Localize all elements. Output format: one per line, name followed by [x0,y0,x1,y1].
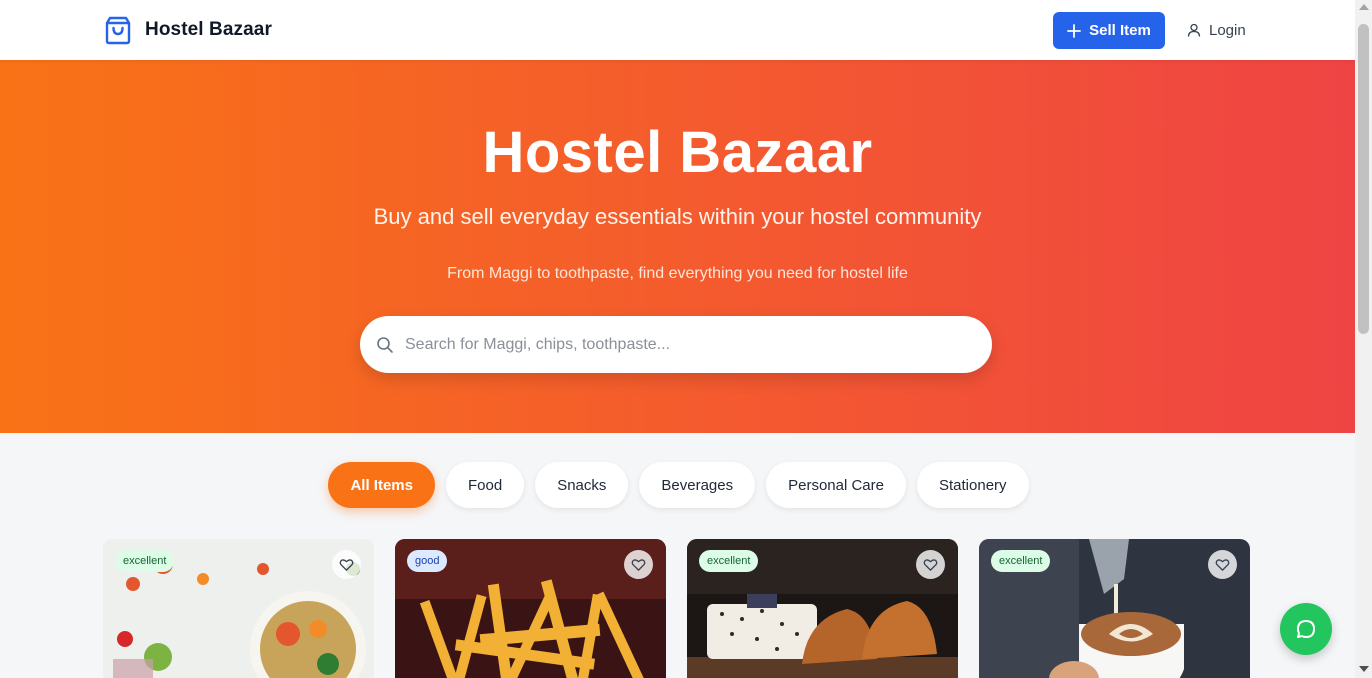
category-food[interactable]: Food [445,462,525,508]
favorite-button[interactable] [624,550,653,579]
condition-badge: good [407,550,448,572]
product-card[interactable]: excellent [687,539,958,678]
hero-subtitle: Buy and sell everyday essentials within … [373,204,982,229]
category-filter-bar: All Items Food Snacks Beverages Personal… [0,462,1355,508]
favorite-button[interactable] [332,550,361,579]
heart-icon [339,559,354,571]
sell-item-button[interactable]: Sell Item [1053,12,1165,49]
top-navbar: Hostel Bazaar Sell Item Login [0,0,1355,60]
product-card[interactable]: excellent [979,539,1250,678]
category-label: Beverages [661,476,734,494]
search-icon [377,336,393,353]
favorite-button[interactable] [916,550,945,579]
category-label: Snacks [557,476,607,494]
heart-icon [1215,559,1230,571]
plus-icon [1067,23,1082,38]
product-card[interactable]: good [395,539,666,678]
product-card[interactable]: excellent [103,539,374,678]
category-beverages[interactable]: Beverages [639,462,756,508]
login-label: Login [1209,21,1246,39]
scrollbar-thumb[interactable] [1358,24,1369,334]
category-stationery[interactable]: Stationery [917,462,1029,508]
login-button[interactable]: Login [1187,18,1246,42]
scroll-down-arrow-icon[interactable] [1359,666,1369,672]
condition-badge: excellent [699,550,759,572]
category-label: Stationery [939,476,1007,494]
hero-section: Hostel Bazaar Buy and sell everyday esse… [0,60,1355,433]
hero-title: Hostel Bazaar [482,120,873,185]
chat-button[interactable] [1280,603,1332,655]
chat-bubble-icon [1297,620,1315,638]
heart-icon [631,559,646,571]
heart-icon [923,559,938,571]
category-label: All Items [350,476,413,494]
category-all-items[interactable]: All Items [328,462,435,508]
vertical-scrollbar[interactable] [1355,0,1372,678]
brand-link[interactable]: Hostel Bazaar [104,15,272,45]
category-label: Personal Care [788,476,884,494]
condition-badge: excellent [991,550,1051,572]
user-icon [1187,23,1201,37]
search-input[interactable] [405,335,965,354]
search-bar [360,316,992,373]
scroll-up-arrow-icon[interactable] [1359,4,1369,10]
brand-name: Hostel Bazaar [145,19,272,40]
category-label: Food [467,476,503,494]
condition-badge: excellent [115,550,175,572]
category-snacks[interactable]: Snacks [535,462,629,508]
category-personal-care[interactable]: Personal Care [766,462,906,508]
hero-tagline: From Maggi to toothpaste, find everythin… [447,265,908,282]
shopping-bag-icon [105,16,131,45]
sell-item-label: Sell Item [1089,22,1151,39]
favorite-button[interactable] [1208,550,1237,579]
